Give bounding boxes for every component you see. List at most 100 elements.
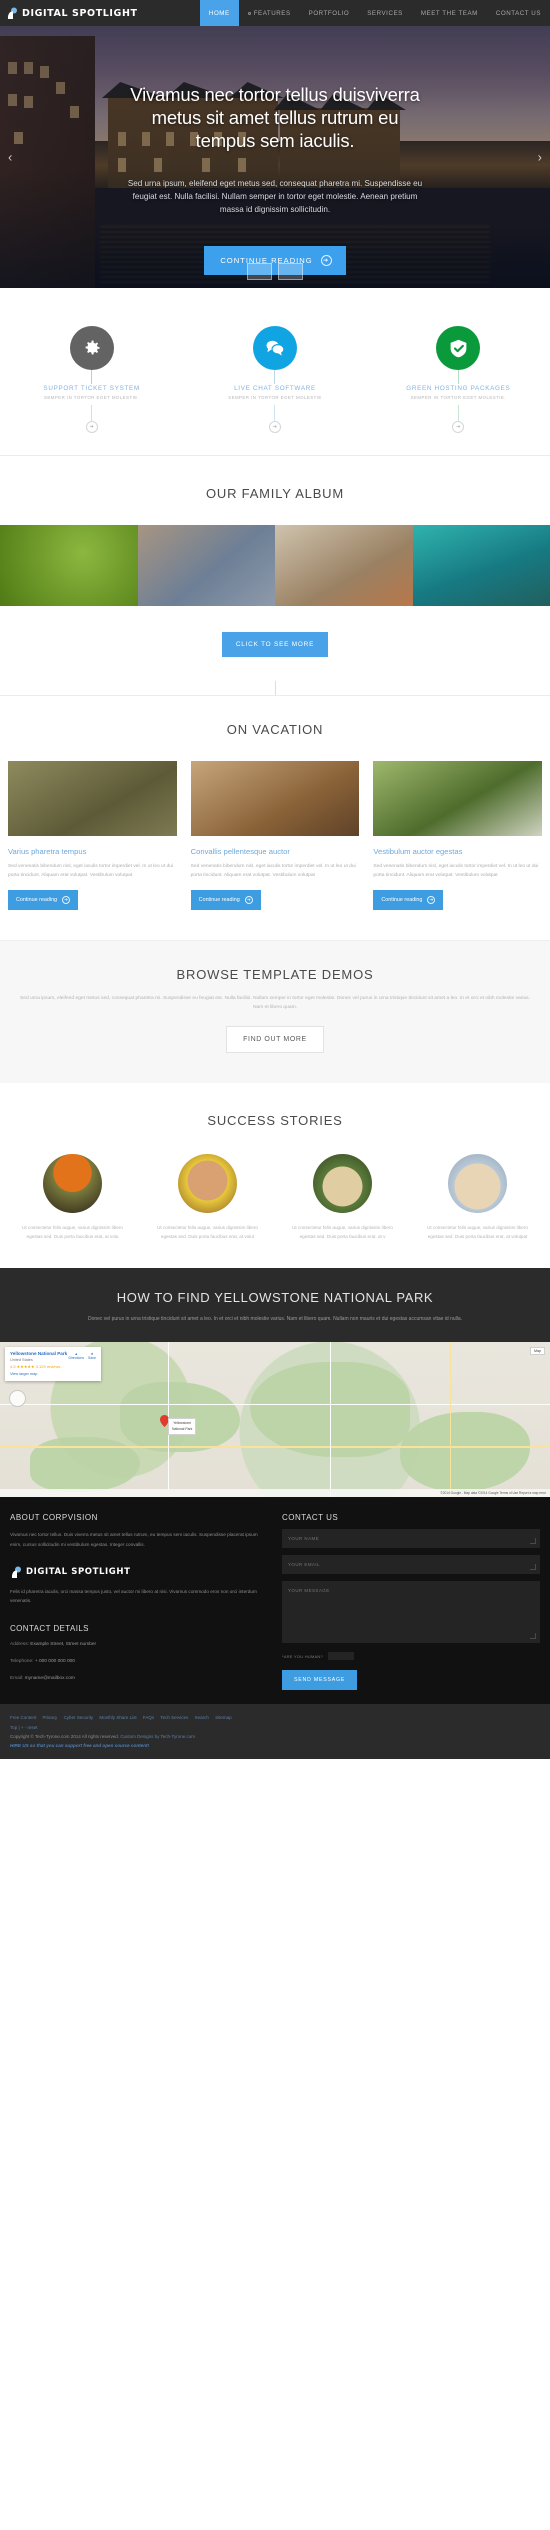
map-marker-label: Yellowstone National Park [168, 1418, 197, 1435]
contact-value-email[interactable]: myname@mailbox.com [25, 1676, 75, 1681]
message-field[interactable] [282, 1581, 540, 1644]
continue-reading-button[interactable]: Continue reading ➔ [373, 890, 444, 911]
nav-item-features[interactable]: FEATURES [239, 0, 300, 26]
click-to-see-more-button[interactable]: CLICK TO SEE MORE [221, 632, 329, 657]
brand-name: DIGITAL SPOTLIGHT [26, 1567, 131, 1578]
email-field[interactable] [282, 1555, 540, 1575]
human-label: *ARE YOU HUMAN? [282, 1653, 323, 1659]
avatar-red-ruffed-lemur[interactable] [43, 1154, 102, 1214]
continue-reading-label: Continue reading [198, 897, 240, 904]
service-support-ticket-system[interactable]: SUPPORT TICKET SYSTEM SEMPER IN TORTOR E… [0, 326, 183, 433]
map-type-button[interactable]: Map [530, 1347, 545, 1356]
nav-label: MEET THE TEAM [420, 9, 478, 17]
head-bulb-icon [6, 7, 19, 20]
save-label: Save [88, 1356, 96, 1361]
nav-item-portfolio[interactable]: PORTFOLIO [300, 0, 359, 26]
on-vacation-section: ON VACATION Varius pharetra tempus Sed v… [0, 695, 550, 940]
album-image-penguins[interactable] [137, 525, 275, 606]
avatar-red-panda[interactable] [178, 1154, 237, 1214]
vacation-card-title[interactable]: Convallis pellentesque auctor [191, 847, 360, 856]
directions-icon[interactable]: ▲ Directions [68, 1352, 84, 1360]
continue-reading-label: Continue reading [381, 897, 423, 904]
bottom-link-search[interactable]: Search [195, 1715, 209, 1720]
bottom-link-free-content[interactable]: Free Content [10, 1715, 36, 1720]
service-green-hosting-packages[interactable]: GREEN HOSTING PACKAGES SEMPER IN TORTOR … [367, 326, 550, 433]
map-view-larger-link[interactable]: View larger map [10, 1372, 96, 1376]
demos-heading: BROWSE TEMPLATE DEMOS [176, 967, 374, 983]
arrow-right-small-icon[interactable]: ➔ [452, 421, 465, 433]
continue-reading-label: Continue reading [16, 897, 58, 904]
bottom-link-faqs[interactable]: FAQs [143, 1715, 154, 1720]
hero-title: Vivamus nec tortor tellus duisviverra me… [130, 84, 420, 151]
brand-name: DIGITAL SPOTLIGHT [22, 7, 138, 19]
continue-reading-button[interactable]: Continue reading ➔ [8, 890, 79, 911]
arrow-right-small-icon[interactable]: ➔ [85, 421, 98, 433]
footer-contact-row: Telephone: + 000 000 000 000 [10, 1657, 268, 1667]
bottom-link-monthly-share-list[interactable]: Monthly Share List [99, 1715, 136, 1720]
bottom-link-tech-services[interactable]: Tech Services [160, 1715, 188, 1720]
album-image-duck[interactable] [275, 525, 413, 606]
nav-item-contact-us[interactable]: CONTACT US [487, 0, 550, 26]
hero-slider: ‹ › Vivamus nec tortor tellus duisviverr… [0, 26, 550, 288]
avatar-leopard[interactable] [313, 1154, 372, 1214]
font-size-toolbar[interactable]: Top | + - reset [10, 1723, 540, 1732]
custom-designs-link[interactable]: Custom Designs by Tech-Tyrone.com [120, 1734, 195, 1739]
nav-label: HOME [208, 9, 230, 17]
copyright-text: Copyright © Tech-Tyrone.com 2014 All rig… [10, 1734, 540, 1739]
success-card-text: Ut consectetur felis augue, varius digni… [427, 1225, 528, 1239]
find-out-more-button[interactable]: FIND OUT MORE [226, 1026, 324, 1054]
album-image-bird[interactable] [0, 525, 138, 606]
vacation-image-pelican[interactable] [373, 761, 543, 836]
footer-about-column: ABOUT CORPVISION Vivamus nec tortor tell… [10, 1513, 268, 1690]
services-section: SUPPORT TICKET SYSTEM SEMPER IN TORTOR E… [0, 288, 550, 456]
vacation-card-title[interactable]: Varius pharetra tempus [8, 847, 177, 856]
bullet-icon [247, 11, 251, 15]
footer-brand-text: Felis id pharetra iaculis, orci massa te… [10, 1588, 257, 1604]
nav-item-home[interactable]: HOME [199, 0, 239, 26]
vacation-card-text: Sed venenatis bibendum nisl, eget iaculi… [373, 864, 539, 878]
star-icon[interactable]: ★ Save [88, 1352, 96, 1360]
footer-logo[interactable]: DIGITAL SPOTLIGHT [10, 1566, 268, 1579]
map-heading: HOW TO FIND YELLOWSTONE NATIONAL PARK [116, 1289, 434, 1305]
send-message-button[interactable]: SEND MESSAGE [282, 1670, 358, 1691]
gear-icon [69, 326, 114, 370]
hero-subtitle: Sed urna ipsum, eleifend eget metus sed,… [127, 178, 423, 215]
vacation-image-frog[interactable] [8, 761, 177, 836]
bottom-link-cyber-security[interactable]: Cyber Security [64, 1715, 94, 1720]
service-live-chat-software[interactable]: LIVE CHAT SOFTWARE SEMPER IN TORTOR EGET… [183, 326, 366, 433]
success-card-text: Ut consectetur felis augue, varius digni… [22, 1225, 123, 1239]
vacation-image-sea-lion[interactable] [190, 761, 360, 836]
success-card: Ut consectetur felis augue, varius digni… [415, 1154, 540, 1241]
success-card: Ut consectetur felis augue, varius digni… [145, 1154, 270, 1241]
nav-item-meet-the-team[interactable]: MEET THE TEAM [412, 0, 487, 26]
footer-about-text: Vivamus nec tortor tellus. Duis viverra … [10, 1532, 258, 1548]
footer-about-heading: ABOUT CORPVISION [10, 1513, 98, 1523]
map-place-card[interactable]: Yellowstone National Park United States … [5, 1347, 101, 1382]
captcha-input[interactable] [327, 1652, 354, 1661]
hero-slide-thumb-1[interactable] [247, 263, 272, 280]
site-logo[interactable]: DIGITAL SPOTLIGHT [0, 0, 138, 26]
success-heading: SUCCESS STORIES [207, 1113, 343, 1129]
google-map[interactable]: Yellowstone National Park United States … [0, 1342, 550, 1498]
footer-contact-details-heading: CONTACT DETAILS [10, 1624, 89, 1634]
chevron-right-icon[interactable]: › [534, 146, 546, 169]
name-field[interactable] [282, 1529, 540, 1549]
vacation-card: Varius pharetra tempus Sed venenatis bib… [8, 761, 177, 911]
hero-slide-thumb-2[interactable] [278, 263, 303, 280]
arrow-right-small-icon[interactable]: ➔ [268, 421, 281, 433]
bottom-link-privacy[interactable]: Privacy [43, 1715, 58, 1720]
avatar-arctic-wolf[interactable] [448, 1154, 507, 1214]
continue-reading-button[interactable]: Continue reading ➔ [190, 890, 261, 911]
bottom-link-sitemap[interactable]: Sitemap [215, 1715, 232, 1720]
contact-label-address: Address: [10, 1642, 29, 1648]
head-bulb-icon [10, 1566, 23, 1579]
hire-us-link[interactable]: HIRE US so that you can support free and… [10, 1743, 540, 1748]
nav-item-services[interactable]: SERVICES [358, 0, 412, 26]
human-verification: *ARE YOU HUMAN? [282, 1652, 540, 1661]
shield-check-icon [436, 326, 481, 370]
album-image-fish[interactable] [412, 525, 550, 606]
success-card: Ut consectetur felis augue, varius digni… [10, 1154, 135, 1241]
vacation-card-title[interactable]: Vestibulum auctor egestas [373, 847, 542, 856]
service-subtitle: SEMPER IN TORTOR EGET MOLESTIE [228, 395, 322, 400]
chevron-left-icon[interactable]: ‹ [4, 146, 16, 169]
